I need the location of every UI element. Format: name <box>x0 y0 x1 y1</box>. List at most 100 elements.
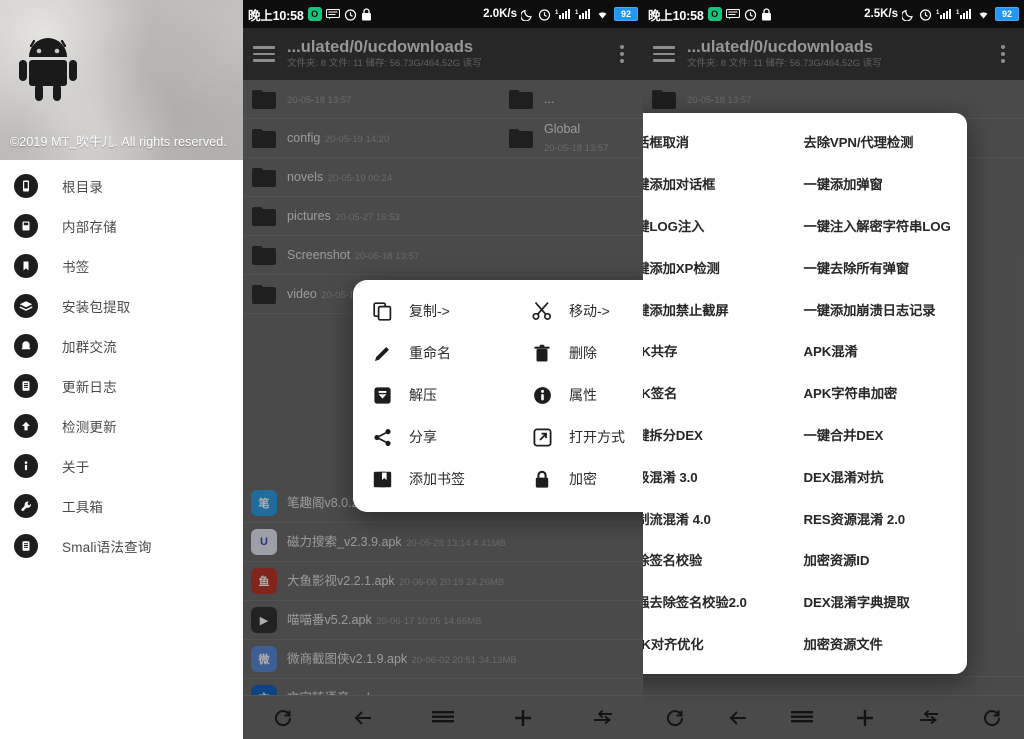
svg-text:1: 1 <box>956 10 960 16</box>
menu-item-delete[interactable]: 删除 <box>513 332 643 374</box>
signal-sim2-icon: 1 <box>956 8 972 20</box>
tool-menu-label: 一键去除所有弹窗 <box>804 258 910 277</box>
status-time: 晚上10:58 <box>648 5 704 24</box>
message-icon <box>726 9 740 20</box>
tool-menu-label: APK共存 <box>643 341 677 360</box>
sidebar-item-bookmarks[interactable]: 书签 <box>0 246 243 286</box>
menu-item-label: 分享 <box>409 427 437 447</box>
signal-sim1-icon: 1 <box>555 8 571 20</box>
sidebar-item-internal-storage[interactable]: 内部存储 <box>0 206 243 246</box>
menu-item-label: 删除 <box>569 343 597 363</box>
tool-menu-label: 去除VPN/代理检测 <box>804 132 914 151</box>
tool-menu-item[interactable]: 一键添加对话框 <box>643 163 787 205</box>
sidebar-item-label: 安装包提取 <box>62 296 131 316</box>
tool-menu-item[interactable]: 超级混淆 3.0 <box>643 455 787 497</box>
sidebar-item-join-group[interactable]: 加群交流 <box>0 326 243 366</box>
tool-menu-label: 超级混淆 3.0 <box>643 467 698 486</box>
status-bar-3: 晚上10:58 O 2.5K/s <box>643 0 1024 28</box>
menu-item-label: 解压 <box>409 385 437 405</box>
menu-item-add-bookmark[interactable]: 添加书签 <box>353 458 513 500</box>
tool-menu-item[interactable]: DEX混淆对抗 <box>787 455 968 497</box>
status-bar-left-2: 晚上10:58 O <box>248 5 372 24</box>
info-icon <box>14 454 38 478</box>
tool-menu-item[interactable]: 加密资源ID <box>787 539 968 581</box>
tool-menu-label: 一键添加弹窗 <box>804 174 883 193</box>
tool-menu-item[interactable]: APK字符串加密 <box>787 372 968 414</box>
tool-menu-item[interactable]: APK对齐优化 <box>643 623 787 665</box>
menu-item-extract[interactable]: 解压 <box>353 374 513 416</box>
phone-panel-1: 晚上10:58 O 2.1K/s <box>0 0 243 739</box>
sidebar-item-about[interactable]: 关于 <box>0 446 243 486</box>
tool-menu-label: 一键LOG注入 <box>643 216 704 235</box>
sidebar-item-root-dir[interactable]: 根目录 <box>0 166 243 206</box>
tool-menu-label: 对话框取消 <box>643 132 689 151</box>
tool-menu-item[interactable]: DEX混淆字典提取 <box>787 581 968 623</box>
alarm-icon <box>744 8 757 21</box>
sidebar-item-toolbox[interactable]: 工具箱 <box>0 486 243 526</box>
alarm-icon-2 <box>919 8 932 21</box>
sidebar-item-label: 书签 <box>62 256 89 276</box>
svg-text:1: 1 <box>575 10 579 16</box>
phone-panel-2: 晚上10:58 O 2.0K/s <box>243 0 643 739</box>
tool-menu-item[interactable]: 加密资源文件 <box>787 623 968 665</box>
tool-menu-item[interactable]: 超强去除签名校验2.0 <box>643 581 787 623</box>
tool-menu-item[interactable]: 一键拆分DEX <box>643 414 787 456</box>
tool-menu-label: APK对齐优化 <box>643 634 704 653</box>
battery-badge: 92 <box>995 7 1019 21</box>
tool-menu-label: 控制流混淆 4.0 <box>643 509 711 528</box>
tool-menu-item[interactable]: RES资源混淆 2.0 <box>787 497 968 539</box>
tool-menu-item[interactable]: 一键添加弹窗 <box>787 163 968 205</box>
menu-item-copy[interactable]: 复制-> <box>353 290 513 332</box>
sidebar-item-label: 更新日志 <box>62 376 117 396</box>
tool-menu-label: APK字符串加密 <box>804 383 898 402</box>
sidebar-item-changelog[interactable]: 更新日志 <box>0 366 243 406</box>
svg-text:1: 1 <box>555 10 559 16</box>
tool-menu-item[interactable]: 去除VPN/代理检测 <box>787 121 968 163</box>
sidebar-item-label: 内部存储 <box>62 216 117 236</box>
open-with-icon <box>529 428 555 447</box>
menu-item-rename[interactable]: 重命名 <box>353 332 513 374</box>
menu-item-encrypt[interactable]: 加密 <box>513 458 643 500</box>
tool-menu-label: 一键拆分DEX <box>643 425 703 444</box>
menu-item-open-with[interactable]: 打开方式 <box>513 416 643 458</box>
tool-menu-item[interactable]: 一键添加XP检测 <box>643 246 787 288</box>
info-icon <box>529 386 555 405</box>
tool-menu-item[interactable]: 对话框取消 <box>643 121 787 163</box>
menu-item-move[interactable]: 移动-> <box>513 290 643 332</box>
bell-icon <box>14 334 38 358</box>
extract-icon <box>369 386 395 405</box>
tool-menu-label: 一键添加禁止截屏 <box>643 300 729 319</box>
tool-menu-item[interactable]: APK混淆 <box>787 330 968 372</box>
tool-menu-item[interactable]: 一键注入解密字符串LOG <box>787 205 968 247</box>
pencil-icon <box>369 344 395 363</box>
tool-menu-item[interactable]: APK共存 <box>643 330 787 372</box>
sidebar-item-smali-syntax[interactable]: Smali语法查询 <box>0 526 243 566</box>
tool-menu-item[interactable]: 一键合并DEX <box>787 414 968 456</box>
tool-menu-item[interactable]: 一键添加崩溃日志记录 <box>787 288 968 330</box>
moon-icon <box>521 8 534 21</box>
menu-item-properties[interactable]: 属性 <box>513 374 643 416</box>
menu-item-share[interactable]: 分享 <box>353 416 513 458</box>
tool-menu-item[interactable]: 一键添加禁止截屏 <box>643 288 787 330</box>
status-bar-right-2: 2.0K/s 1 1 92 <box>483 7 638 21</box>
tool-menu-label: 一键添加崩溃日志记录 <box>804 300 936 319</box>
clipboard-icon <box>14 534 38 558</box>
file-context-menu: 复制-> 移动-> 重命名 删除 <box>353 280 643 512</box>
clipboard-icon <box>14 374 38 398</box>
tool-menu-item[interactable]: 控制流混淆 4.0 <box>643 497 787 539</box>
app-notification-icon: O <box>308 7 322 21</box>
wifi-icon <box>976 8 991 20</box>
sidebar-item-check-update[interactable]: 检测更新 <box>0 406 243 446</box>
menu-item-label: 打开方式 <box>569 427 625 447</box>
tool-menu-item[interactable]: APK签名 <box>643 372 787 414</box>
arrow-up-icon <box>14 414 38 438</box>
menu-item-label: 属性 <box>569 385 597 405</box>
share-icon <box>369 428 395 447</box>
tool-menu-item[interactable]: 一键去除所有弹窗 <box>787 246 968 288</box>
battery-badge: 92 <box>614 7 638 21</box>
tool-menu-label: 一键添加XP检测 <box>643 258 720 277</box>
tool-menu-item[interactable]: 一键LOG注入 <box>643 205 787 247</box>
menu-item-label: 加密 <box>569 469 597 489</box>
tool-menu-item[interactable]: 去除签名校验 <box>643 539 787 581</box>
sidebar-item-apk-extract[interactable]: 安装包提取 <box>0 286 243 326</box>
